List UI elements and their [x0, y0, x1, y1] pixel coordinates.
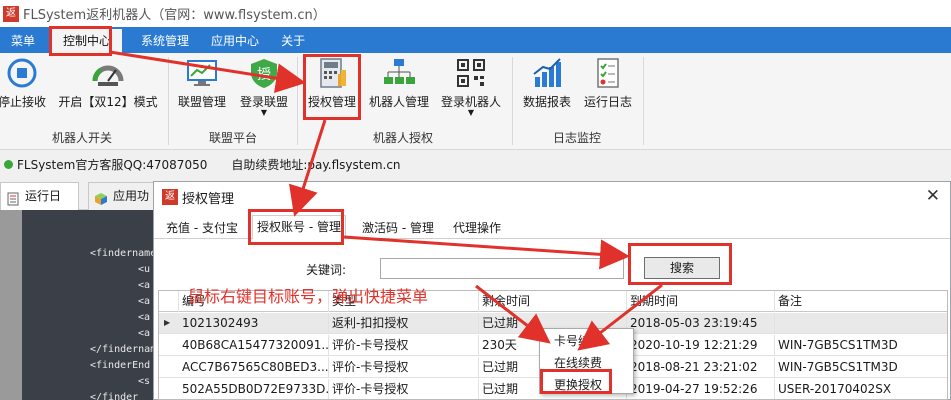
arrow-search-to-menu [577, 283, 663, 351]
arrow-to-context-menu [475, 284, 551, 344]
arrow-to-auth-manage [109, 50, 306, 94]
arrow-to-auth-tab [288, 119, 327, 217]
arrow-to-search [343, 235, 630, 270]
annotation-arrows [109, 50, 663, 351]
